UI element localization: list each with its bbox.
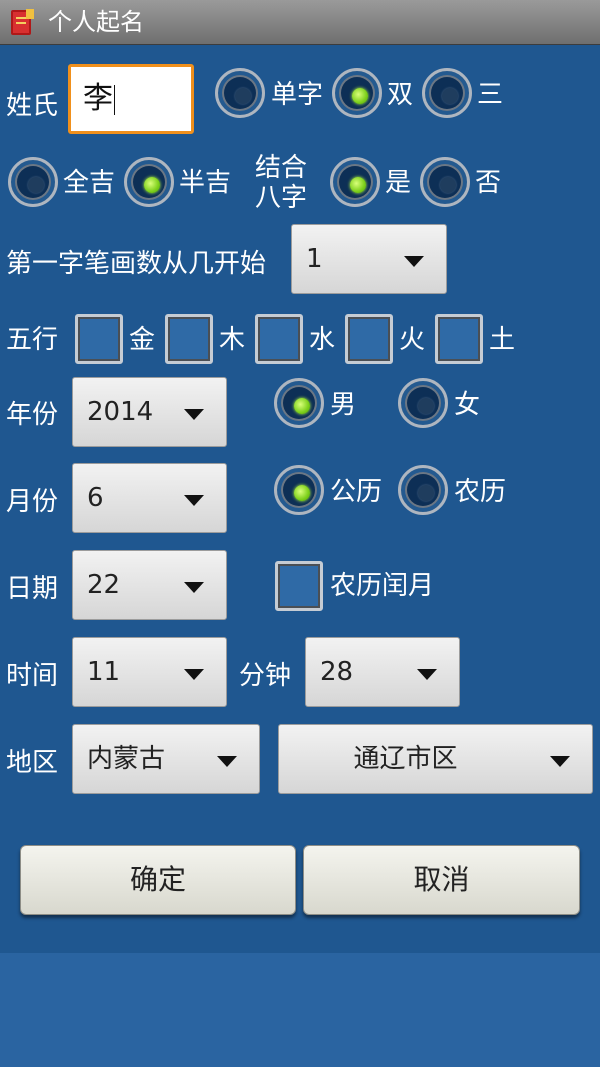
- radio-female[interactable]: [398, 378, 448, 428]
- day-spinner[interactable]: 22: [72, 550, 227, 620]
- radio-all-lucky-label: 全吉: [63, 168, 116, 198]
- radio-double-char-label: 双: [387, 80, 414, 110]
- checkbox-metal[interactable]: [75, 314, 123, 364]
- radio-lunar-calendar[interactable]: [398, 465, 448, 515]
- radio-male-label: 男: [330, 390, 357, 420]
- bazi-label: 结合八字: [255, 153, 308, 213]
- region-label: 地区: [6, 748, 59, 778]
- radio-double-char[interactable]: [332, 68, 382, 118]
- province-spinner[interactable]: 内蒙古: [72, 724, 260, 794]
- radio-lunar-calendar-label: 农历: [454, 477, 507, 507]
- radio-bazi-yes[interactable]: [330, 157, 380, 207]
- radio-female-label: 女: [454, 390, 481, 420]
- stroke-start-label: 第一字笔画数从几开始: [6, 249, 267, 279]
- cancel-button[interactable]: 取消: [303, 845, 580, 915]
- day-label: 日期: [6, 574, 59, 604]
- surname-label: 姓氏: [6, 91, 59, 121]
- radio-single-char-label: 单字: [271, 80, 324, 110]
- page-title: 个人起名: [48, 8, 144, 36]
- chevron-down-icon: [184, 582, 204, 593]
- checkbox-wood-label: 木: [219, 325, 246, 355]
- wuxing-label: 五行: [6, 325, 59, 355]
- month-label: 月份: [6, 487, 59, 517]
- radio-triple-char[interactable]: [422, 68, 472, 118]
- surname-input[interactable]: 李: [68, 64, 194, 134]
- hour-spinner[interactable]: 11: [72, 637, 227, 707]
- radio-solar-calendar-label: 公历: [330, 477, 383, 507]
- checkbox-fire-label: 火: [399, 325, 426, 355]
- stroke-start-spinner[interactable]: 1: [291, 224, 447, 294]
- chevron-down-icon: [417, 669, 437, 680]
- radio-single-char[interactable]: [215, 68, 265, 118]
- radio-half-lucky-label: 半吉: [179, 168, 232, 198]
- checkbox-earth-label: 土: [489, 325, 516, 355]
- radio-half-lucky[interactable]: [124, 157, 174, 207]
- checkbox-wood[interactable]: [165, 314, 213, 364]
- radio-bazi-yes-label: 是: [385, 168, 412, 198]
- checkbox-leap-month-label: 农历闰月: [330, 571, 435, 601]
- title-bar: 个人起名: [0, 0, 600, 45]
- checkbox-water-label: 水: [309, 325, 336, 355]
- checkbox-metal-label: 金: [129, 325, 156, 355]
- month-spinner[interactable]: 6: [72, 463, 227, 533]
- radio-triple-char-label: 三: [477, 80, 504, 110]
- hour-label: 时间: [6, 661, 59, 691]
- red-book-app-icon: [11, 9, 34, 35]
- radio-solar-calendar[interactable]: [274, 465, 324, 515]
- minute-spinner[interactable]: 28: [305, 637, 460, 707]
- chevron-down-icon: [404, 256, 424, 267]
- checkbox-water[interactable]: [255, 314, 303, 364]
- radio-male[interactable]: [274, 378, 324, 428]
- radio-bazi-no-label: 否: [475, 168, 502, 198]
- radio-all-lucky[interactable]: [8, 157, 58, 207]
- year-label: 年份: [6, 400, 59, 430]
- year-spinner[interactable]: 2014: [72, 377, 227, 447]
- checkbox-fire[interactable]: [345, 314, 393, 364]
- chevron-down-icon: [184, 409, 204, 420]
- city-spinner[interactable]: 通辽市区: [278, 724, 593, 794]
- chevron-down-icon: [184, 669, 204, 680]
- checkbox-earth[interactable]: [435, 314, 483, 364]
- checkbox-leap-month[interactable]: [275, 561, 323, 611]
- chevron-down-icon: [550, 756, 570, 767]
- chevron-down-icon: [184, 495, 204, 506]
- chevron-down-icon: [217, 756, 237, 767]
- bottom-area: [0, 953, 600, 1067]
- minute-label: 分钟: [239, 661, 292, 691]
- confirm-button[interactable]: 确定: [20, 845, 296, 915]
- radio-bazi-no[interactable]: [420, 157, 470, 207]
